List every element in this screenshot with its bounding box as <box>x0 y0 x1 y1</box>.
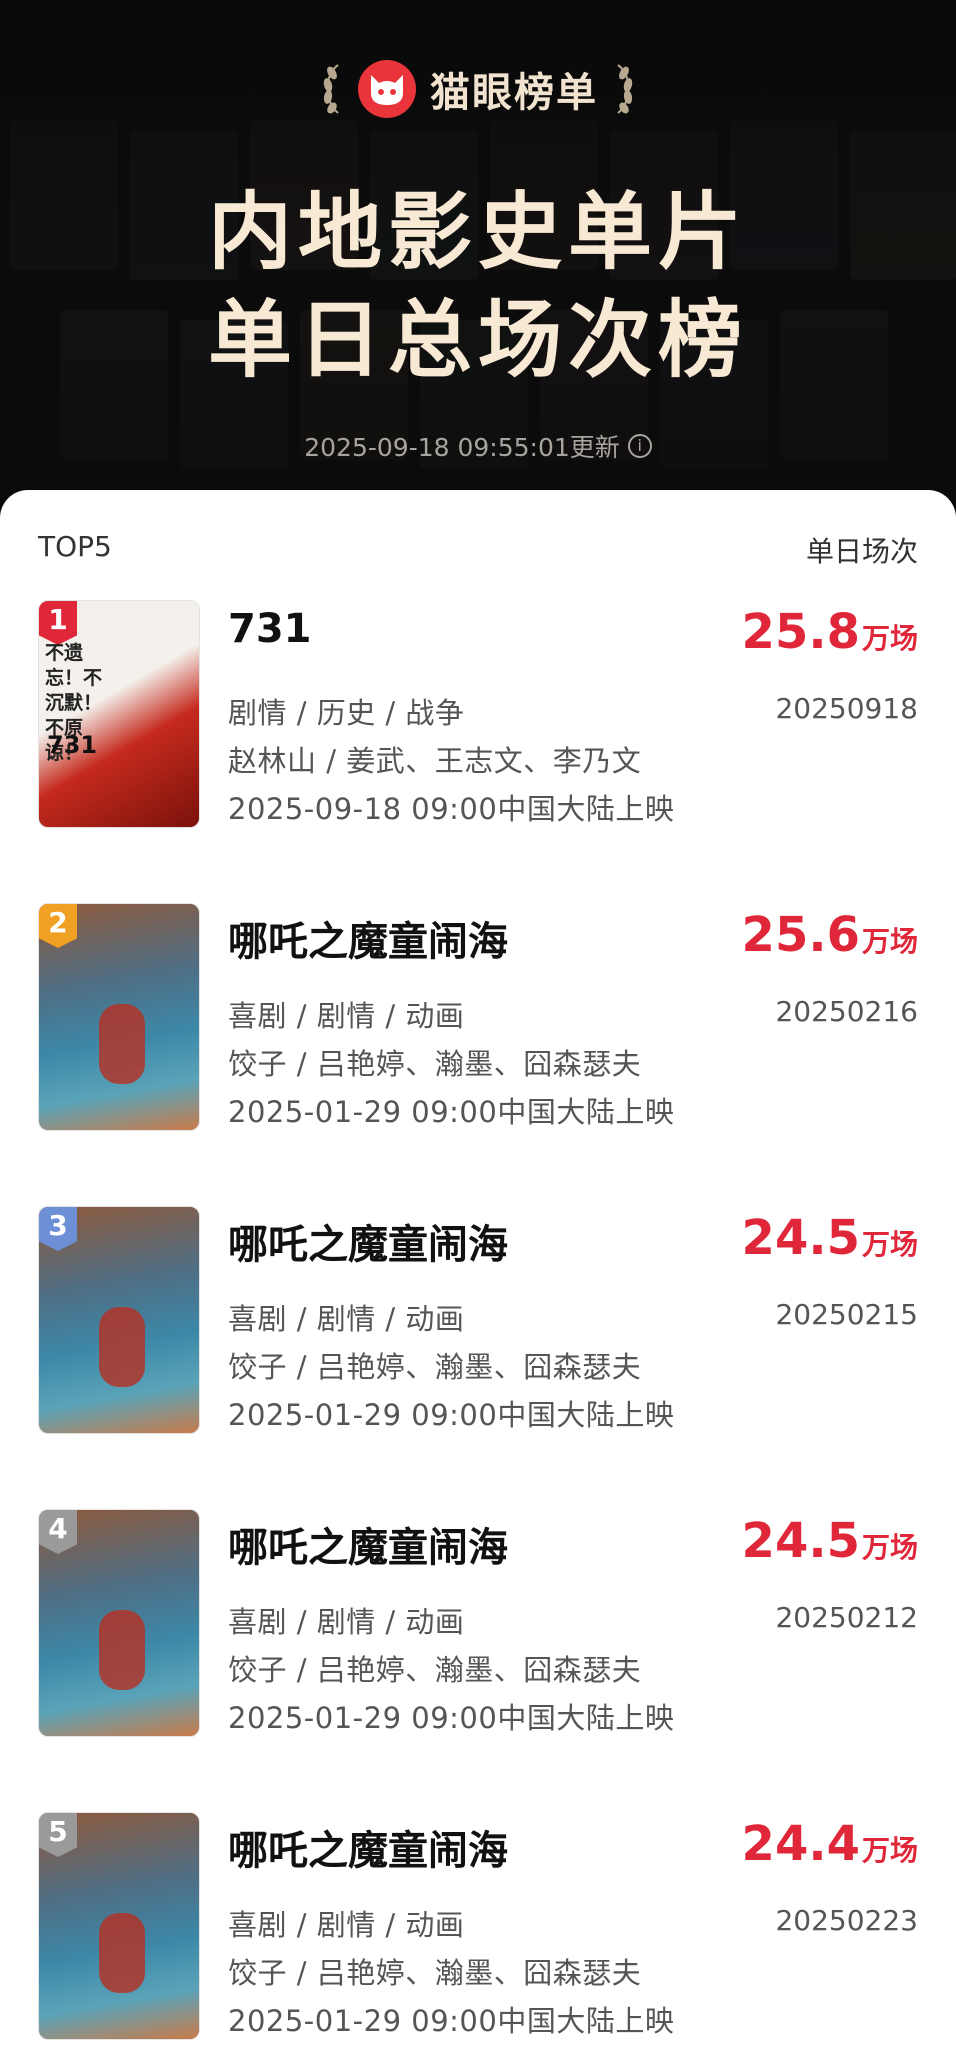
brand-name: 猫眼榜单 <box>430 70 598 116</box>
movie-release: 2025-01-29 09:00中国大陆上映 <box>228 1398 675 1432</box>
movie-poster[interactable]: 3 <box>38 1206 200 1434</box>
score-unit: 万场 <box>861 1228 918 1261</box>
movie-poster[interactable]: 2 <box>38 903 200 1131</box>
movie-title[interactable]: 731 <box>228 606 312 652</box>
movie-genres: 喜剧 / 剧情 / 动画 <box>228 999 465 1033</box>
movie-genres: 喜剧 / 剧情 / 动画 <box>228 1302 465 1336</box>
update-time-text: 2025-09-18 09:55:01更新 <box>304 433 620 462</box>
laurel-icon <box>617 64 633 114</box>
ranking-card: TOP5 单日场次 1 不遗忘！不沉默！不原谅！ 731 731 剧情 / 历史… <box>0 490 956 2058</box>
list-header: TOP5 单日场次 <box>38 530 918 570</box>
movie-poster[interactable]: 5 <box>38 1812 200 2040</box>
movie-title[interactable]: 哪吒之魔童闹海 <box>228 1212 508 1270</box>
movie-genres: 喜剧 / 剧情 / 动画 <box>228 1605 465 1639</box>
list-item[interactable]: 2 哪吒之魔童闹海 喜剧 / 剧情 / 动画 饺子 / 吕艳婷、瀚墨、囧森瑟夫 … <box>0 903 956 1133</box>
record-date: 20250212 <box>775 1601 918 1634</box>
score-number: 25.8 <box>741 604 860 660</box>
movie-genres: 喜剧 / 剧情 / 动画 <box>228 1908 465 1942</box>
movie-title[interactable]: 哪吒之魔童闹海 <box>228 1515 508 1573</box>
movie-release: 2025-09-18 09:00中国大陆上映 <box>228 792 675 826</box>
score-number: 24.4 <box>741 1816 860 1872</box>
laurel-icon <box>323 64 339 114</box>
page-title-line-1: 内地影史单片 <box>207 183 748 281</box>
list-item[interactable]: 1 不遗忘！不沉默！不原谅！ 731 731 剧情 / 历史 / 战争 赵林山 … <box>0 600 956 830</box>
poster-title: 731 <box>47 731 98 759</box>
record-date: 20250215 <box>775 1298 918 1331</box>
score-unit: 万场 <box>861 1531 918 1564</box>
rank-badge: 2 <box>39 904 77 948</box>
score-number: 25.6 <box>741 907 860 963</box>
score-unit: 万场 <box>861 1834 918 1867</box>
daily-shows-value: 24.4 万场 <box>742 1816 918 1872</box>
movie-poster[interactable]: 1 不遗忘！不沉默！不原谅！ 731 <box>38 600 200 828</box>
header: 猫眼榜单 内地影史单片 单日总场次榜 2025-09-18 09:55:01更新… <box>0 0 956 520</box>
rank-badge: 5 <box>39 1813 77 1857</box>
movie-cast: 饺子 / 吕艳婷、瀚墨、囧森瑟夫 <box>228 1956 642 1990</box>
daily-shows-value: 25.6 万场 <box>742 907 918 963</box>
score-number: 24.5 <box>741 1210 860 1266</box>
movie-cast: 饺子 / 吕艳婷、瀚墨、囧森瑟夫 <box>228 1350 642 1384</box>
movie-poster[interactable]: 4 <box>38 1509 200 1737</box>
movie-release: 2025-01-29 09:00中国大陆上映 <box>228 1701 675 1735</box>
list-item[interactable]: 3 哪吒之魔童闹海 喜剧 / 剧情 / 动画 饺子 / 吕艳婷、瀚墨、囧森瑟夫 … <box>0 1206 956 1436</box>
movie-release: 2025-01-29 09:00中国大陆上映 <box>228 1095 675 1129</box>
movie-cast: 赵林山 / 姜武、王志文、李乃文 <box>228 744 642 778</box>
movie-cast: 饺子 / 吕艳婷、瀚墨、囧森瑟夫 <box>228 1047 642 1081</box>
movie-cast: 饺子 / 吕艳婷、瀚墨、囧森瑟夫 <box>228 1653 642 1687</box>
movie-title[interactable]: 哪吒之魔童闹海 <box>228 909 508 967</box>
list-item[interactable]: 4 哪吒之魔童闹海 喜剧 / 剧情 / 动画 饺子 / 吕艳婷、瀚墨、囧森瑟夫 … <box>0 1509 956 1739</box>
daily-shows-value: 24.5 万场 <box>742 1210 918 1266</box>
score-unit: 万场 <box>861 925 918 958</box>
daily-shows-value: 25.8 万场 <box>742 604 918 660</box>
rank-badge: 3 <box>39 1207 77 1251</box>
page-title-line-2: 单日总场次榜 <box>207 291 748 389</box>
score-number: 24.5 <box>741 1513 860 1569</box>
movie-genres: 剧情 / 历史 / 战争 <box>228 696 465 730</box>
brand-bar: 猫眼榜单 <box>0 60 956 118</box>
list-item[interactable]: 5 哪吒之魔童闹海 喜剧 / 剧情 / 动画 饺子 / 吕艳婷、瀚墨、囧森瑟夫 … <box>0 1812 956 2042</box>
daily-shows-value: 24.5 万场 <box>742 1513 918 1569</box>
rank-badge: 1 <box>39 601 77 645</box>
record-date: 20250216 <box>775 995 918 1028</box>
daily-shows-label: 单日场次 <box>805 535 918 568</box>
record-date: 20250918 <box>775 692 918 725</box>
movie-title[interactable]: 哪吒之魔童闹海 <box>228 1818 508 1876</box>
update-time: 2025-09-18 09:55:01更新 i <box>0 428 956 464</box>
rank-badge: 4 <box>39 1510 77 1554</box>
record-date: 20250223 <box>775 1904 918 1937</box>
ranking-page: 猫眼榜单 内地影史单片 单日总场次榜 2025-09-18 09:55:01更新… <box>0 0 956 2058</box>
score-unit: 万场 <box>861 622 918 655</box>
info-icon[interactable]: i <box>627 434 652 458</box>
top5-label: TOP5 <box>38 530 112 563</box>
movie-release: 2025-01-29 09:00中国大陆上映 <box>228 2004 675 2038</box>
maoyan-cat-icon <box>358 60 416 118</box>
